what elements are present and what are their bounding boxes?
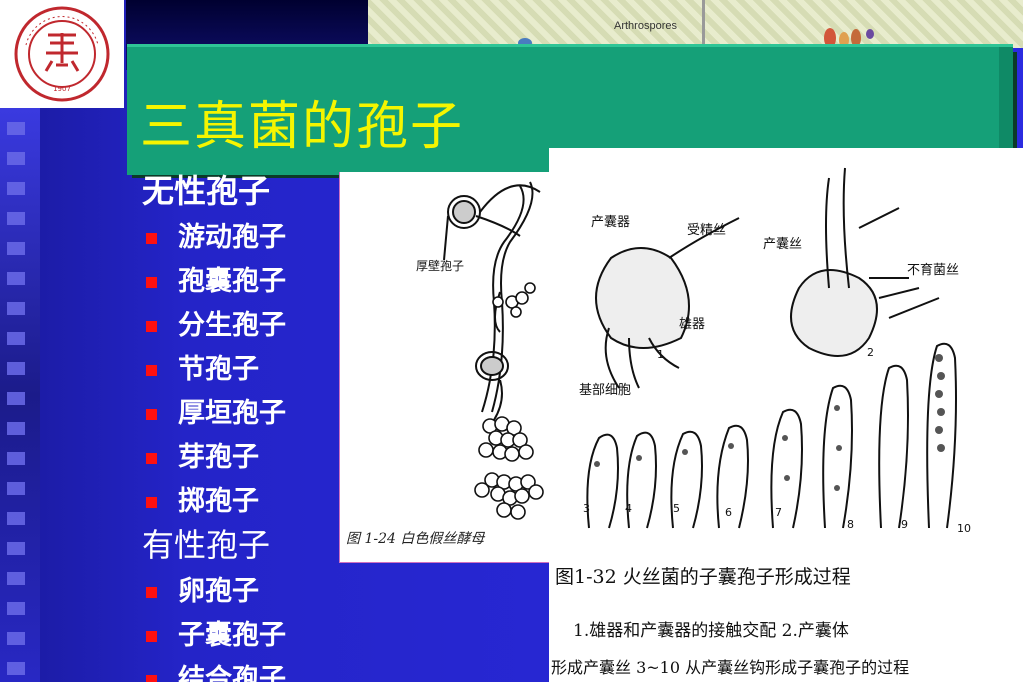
- label-num-7: 7: [775, 506, 782, 519]
- bullet-square-icon: [146, 587, 157, 598]
- top-image-caption: Arthrospores: [614, 20, 677, 32]
- label-num-3: 3: [583, 502, 590, 515]
- list-item: 分生孢子: [142, 304, 342, 348]
- label-basal-cell: 基部细胞: [579, 383, 631, 398]
- sexual-heading: 有性孢子: [142, 526, 271, 564]
- list-item: 结合孢子: [142, 658, 342, 682]
- label-trichogyne: 受精丝: [687, 223, 726, 238]
- list-item: 卵孢子: [142, 570, 342, 614]
- ascospore-illustration: 产囊器 受精丝 雄器 基部细胞 产囊丝 不育菌丝 1 2 3 4 5 6 7 8…: [579, 167, 971, 535]
- figure2-caption-line3: 形成产囊丝 3~10 从产囊丝钩形成子囊孢子的过程: [551, 658, 910, 677]
- label-num-8: 8: [847, 518, 854, 531]
- spore-type-list: 无性孢子 游动孢子 孢囊孢子 分生孢子 节孢子 厚垣孢子 芽孢子 掷孢子 有性孢…: [142, 170, 342, 682]
- figure1-caption: 图 1-24 白色假丝酵母: [346, 531, 485, 547]
- label-ascogonium: 产囊器: [591, 214, 630, 230]
- figure-ascospore-formation: 产囊器 受精丝 雄器 基部细胞 产囊丝 不育菌丝 1 2 3 4 5 6 7 8…: [549, 148, 1023, 682]
- label-num-6: 6: [725, 506, 732, 519]
- logo-area: 1907: [0, 0, 124, 108]
- list-item: 节孢子: [142, 348, 342, 392]
- label-num-9: 9: [901, 518, 908, 531]
- bullet-square-icon: [146, 631, 157, 642]
- figure-candida-drawing: 厚壁孢子 图 1-24 白色假丝酵母: [339, 172, 550, 563]
- label-num-10: 10: [957, 522, 971, 535]
- top-micrograph-image: Arthrospores: [368, 0, 1023, 48]
- label-num-2: 2: [867, 346, 874, 359]
- bullet-square-icon: [146, 453, 157, 464]
- left-decorative-strip: [0, 108, 40, 682]
- slide-title: 三真菌的孢子: [140, 97, 465, 157]
- slide: 1907 Arthrospores 三真菌的孢子 厚壁孢子 图 1-24 白色假…: [0, 0, 1023, 682]
- label-num-1: 1: [657, 348, 664, 361]
- list-item: 芽孢子: [142, 436, 342, 480]
- label-num-5: 5: [673, 502, 680, 515]
- figure2-caption-line2: 1.雄器和产囊器的接触交配 2.产囊体: [573, 621, 849, 641]
- bullet-square-icon: [146, 321, 157, 332]
- list-item: 孢囊孢子: [142, 260, 342, 304]
- bullet-square-icon: [146, 497, 157, 508]
- candida-illustration: 厚壁孢子: [416, 181, 544, 520]
- bullet-square-icon: [146, 277, 157, 288]
- bullet-square-icon: [146, 409, 157, 420]
- list-item: 掷孢子: [142, 480, 342, 524]
- university-seal-icon: 1907: [14, 6, 110, 102]
- bullet-square-icon: [146, 365, 157, 376]
- label-num-4: 4: [625, 502, 632, 515]
- list-item: 游动孢子: [142, 216, 342, 260]
- figure1-label: 厚壁孢子: [416, 258, 464, 273]
- label-antheridium: 雄器: [679, 317, 705, 332]
- bullet-square-icon: [146, 233, 157, 244]
- seal-year: 1907: [53, 85, 71, 93]
- list-item: 厚垣孢子: [142, 392, 342, 436]
- label-sterile-hypha: 不育菌丝: [907, 262, 959, 278]
- asexual-heading: 无性孢子: [142, 172, 271, 210]
- figure2-caption-line1: 图1-32 火丝菌的子囊孢子形成过程: [555, 566, 851, 588]
- label-ascogenous-hypha: 产囊丝: [763, 236, 802, 252]
- bullet-square-icon: [146, 675, 157, 682]
- list-item: 子囊孢子: [142, 614, 342, 658]
